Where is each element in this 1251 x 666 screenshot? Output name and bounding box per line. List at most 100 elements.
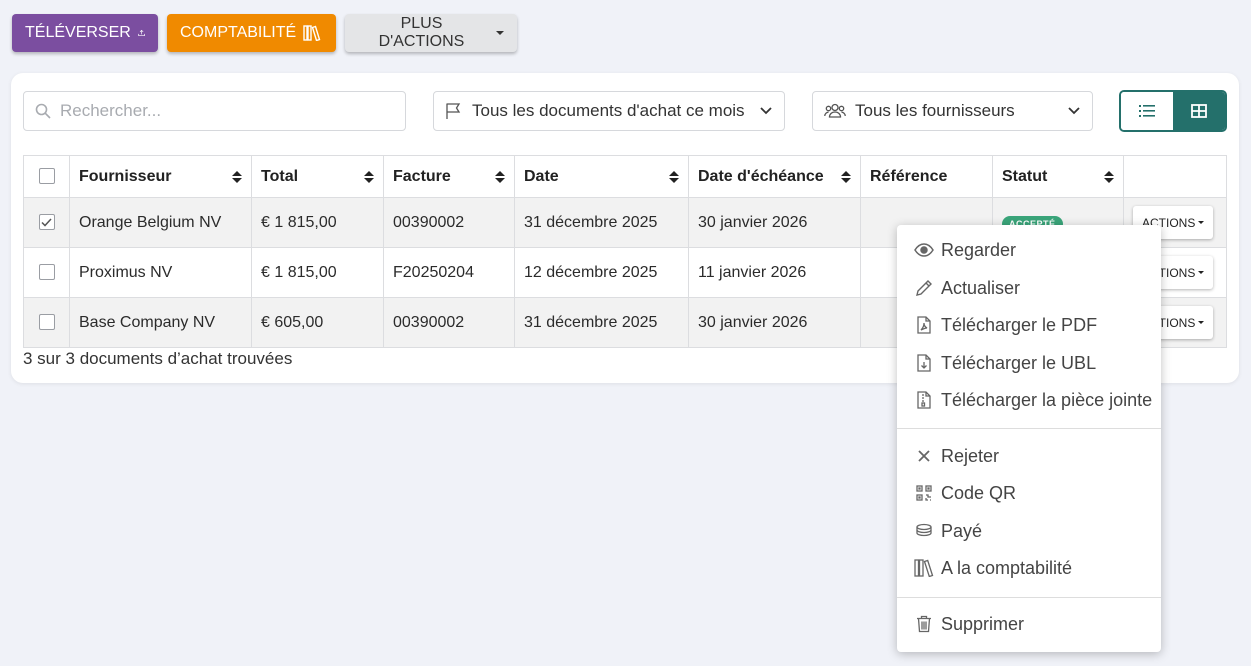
header-invoice[interactable]: Facture	[383, 155, 515, 198]
menu-item-label: Code QR	[941, 482, 1017, 503]
sort-icon	[841, 170, 851, 183]
menu-item-qr-code[interactable]: Code QR	[914, 480, 1016, 506]
menu-item-label: Télécharger la pièce jointe	[941, 389, 1153, 410]
flag-icon	[446, 103, 461, 119]
row-checkbox[interactable]	[38, 314, 55, 331]
menu-item-label: Supprimer	[941, 613, 1025, 634]
cell-due-date: 11 janvier 2026	[688, 247, 861, 298]
view-toggle	[1119, 90, 1227, 132]
row-checkbox[interactable]	[38, 264, 55, 281]
eye-icon	[914, 240, 934, 260]
zip-file-icon	[914, 390, 934, 410]
period-filter[interactable]: Tous les documents d'achat ce mois	[433, 91, 785, 131]
sort-icon	[669, 170, 679, 183]
toolbar: TÉLÉVERSER COMPTABILITÉ PLUS D'ACTIONS	[12, 14, 517, 52]
cell-supplier: Orange Belgium NV	[69, 197, 252, 248]
menu-item-view[interactable]: Regarder	[914, 237, 1016, 263]
accounting-button-label: COMPTABILITÉ	[180, 24, 297, 41]
menu-item-label: Payé	[941, 520, 983, 541]
table-header-row: Fournisseur Total Facture Date Date d'éc…	[23, 155, 1227, 198]
select-all-checkbox[interactable]	[38, 168, 55, 185]
cell-due-date: 30 janvier 2026	[688, 197, 861, 248]
download-file-icon	[914, 353, 934, 373]
menu-item-delete[interactable]: Supprimer	[914, 611, 1024, 637]
pencil-icon	[914, 278, 934, 298]
menu-item-update[interactable]: Actualiser	[914, 275, 1020, 301]
list-icon	[1139, 105, 1155, 117]
chevron-down-icon	[1198, 271, 1205, 274]
header-actions	[1123, 155, 1227, 198]
menu-item-label: Regarder	[941, 239, 1017, 260]
supplier-filter-label: Tous les fournisseurs	[855, 101, 1015, 120]
grid-icon	[1191, 104, 1207, 118]
header-due-date[interactable]: Date d'échéance	[688, 155, 861, 198]
cell-date: 12 décembre 2025	[514, 247, 689, 298]
header-reference: Référence	[860, 155, 993, 198]
row-select-cell	[23, 297, 70, 348]
header-supplier[interactable]: Fournisseur	[69, 155, 252, 198]
header-date[interactable]: Date	[514, 155, 689, 198]
more-actions-label: PLUS D'ACTIONS	[378, 15, 465, 50]
more-actions-button[interactable]: PLUS D'ACTIONS	[345, 14, 517, 52]
cell-total: € 1 815,00	[251, 247, 384, 298]
menu-item-label: Actualiser	[941, 277, 1021, 298]
books-icon	[303, 25, 321, 41]
cell-supplier: Base Company NV	[69, 297, 252, 348]
menu-item-label: A la comptabilité	[941, 557, 1073, 578]
cell-invoice: 00390002	[383, 297, 515, 348]
menu-item-label: Télécharger le PDF	[941, 314, 1098, 335]
close-icon	[914, 446, 934, 466]
row-checkbox[interactable]	[38, 214, 55, 231]
qr-code-icon	[914, 483, 934, 503]
sort-icon	[232, 170, 242, 183]
select-all-cell	[23, 155, 70, 198]
sort-icon	[364, 170, 374, 183]
menu-item-download-attachment[interactable]: Télécharger la pièce jointe	[914, 387, 1152, 413]
menu-item-reject[interactable]: Rejeter	[914, 443, 999, 469]
menu-divider	[897, 428, 1161, 429]
cell-date: 31 décembre 2025	[514, 297, 689, 348]
menu-item-label: Rejeter	[941, 445, 1000, 466]
chevron-down-icon	[760, 107, 772, 115]
list-view-button[interactable]	[1121, 92, 1173, 130]
accounting-button[interactable]: COMPTABILITÉ	[167, 14, 336, 52]
grid-view-button[interactable]	[1173, 92, 1225, 130]
search-icon	[35, 103, 51, 119]
row-select-cell	[23, 197, 70, 248]
check-icon	[41, 218, 52, 227]
cell-total: € 1 815,00	[251, 197, 384, 248]
sort-icon	[1104, 170, 1114, 183]
menu-item-to-accounting[interactable]: A la comptabilité	[914, 555, 1072, 581]
coins-icon	[914, 521, 934, 541]
cell-total: € 605,00	[251, 297, 384, 348]
chevron-down-icon	[1068, 107, 1080, 115]
search-box	[23, 91, 406, 131]
supplier-filter[interactable]: Tous les fournisseurs	[812, 91, 1093, 131]
cell-invoice: 00390002	[383, 197, 515, 248]
chevron-down-icon	[1198, 221, 1205, 224]
menu-item-paid[interactable]: Payé	[914, 518, 982, 544]
cell-supplier: Proximus NV	[69, 247, 252, 298]
menu-item-label: Télécharger le UBL	[941, 352, 1097, 373]
period-filter-label: Tous les documents d'achat ce mois	[472, 101, 745, 120]
cell-due-date: 30 janvier 2026	[688, 297, 861, 348]
cell-invoice: F20250204	[383, 247, 515, 298]
pdf-file-icon	[914, 315, 934, 335]
upload-button[interactable]: TÉLÉVERSER	[12, 14, 158, 52]
header-status[interactable]: Statut	[992, 155, 1124, 198]
results-count: 3 sur 3 documents d’achat trouvées	[23, 349, 293, 368]
menu-item-download-pdf[interactable]: Télécharger le PDF	[914, 312, 1097, 338]
chevron-down-icon	[1198, 321, 1205, 324]
chevron-down-icon	[496, 31, 504, 35]
sort-icon	[495, 170, 505, 183]
trash-icon	[914, 614, 934, 634]
users-icon	[824, 103, 846, 118]
books-icon	[914, 558, 934, 578]
search-input[interactable]	[60, 101, 380, 121]
header-total[interactable]: Total	[251, 155, 384, 198]
menu-divider	[897, 597, 1161, 598]
menu-item-download-ubl[interactable]: Télécharger le UBL	[914, 350, 1096, 376]
actions-dropdown-menu: Regarder Actualiser Télécharger le PDF T…	[897, 225, 1161, 652]
upload-icon	[138, 29, 145, 37]
row-select-cell	[23, 247, 70, 298]
